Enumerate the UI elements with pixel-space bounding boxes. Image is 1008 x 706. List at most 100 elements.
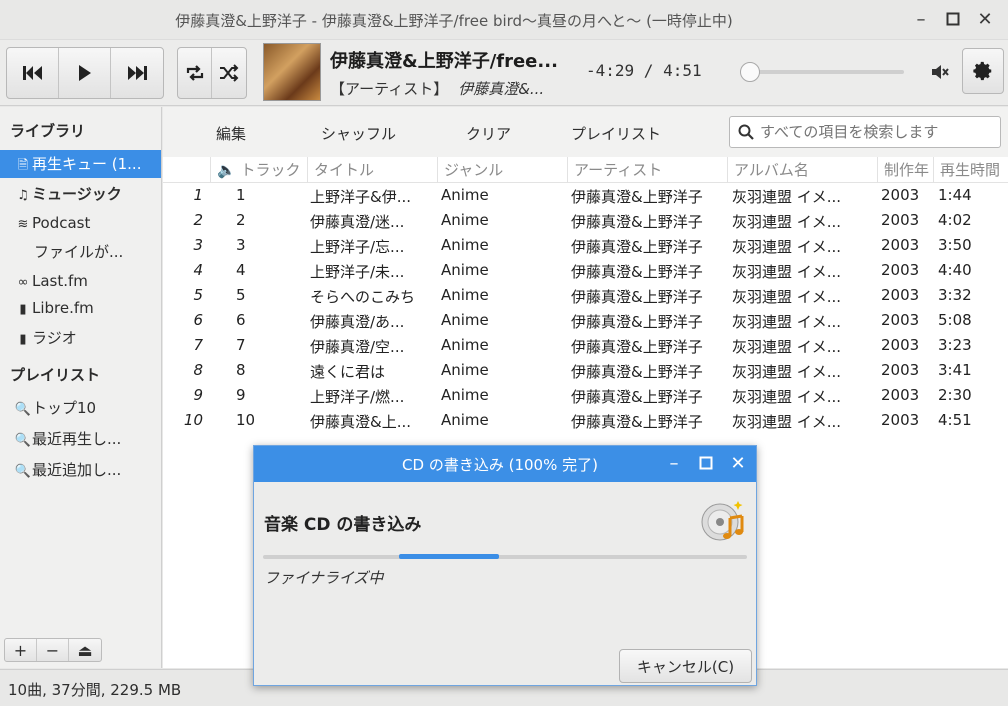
remove-button[interactable]: − — [37, 639, 69, 661]
settings-button[interactable] — [962, 48, 1004, 94]
gear-icon — [973, 61, 992, 81]
edit-button[interactable]: 編集 — [216, 123, 246, 144]
cell-length: 3:32 — [938, 286, 972, 304]
play-icon — [78, 65, 91, 81]
column-length[interactable]: 再生時間 — [933, 157, 1008, 183]
cell-n: 7 — [193, 336, 203, 354]
dialog-status: ファイナライズ中 — [264, 569, 384, 587]
sidebar-item-label: トップ10 — [32, 399, 97, 417]
add-button[interactable]: + — [5, 639, 37, 661]
table-row[interactable]: 5 5 そらへのこみち Anime 伊藤真澄&上野洋子 灰羽連盟 イメ... 2003 3:3… — [163, 284, 1008, 309]
column-genre[interactable]: ジャンル — [437, 157, 567, 183]
column-year[interactable]: 制作年 — [877, 157, 933, 183]
cell-track: 1 — [236, 186, 246, 204]
dialog-titlebar: CD の書き込み (100% 完了) – ✕ — [254, 446, 756, 482]
cell-genre: Anime — [441, 261, 489, 279]
sidebar-item-files[interactable]: ファイルが... — [0, 238, 161, 266]
cell-n: 8 — [193, 361, 203, 379]
cell-length: 4:02 — [938, 211, 972, 229]
cell-genre: Anime — [441, 386, 489, 404]
seek-slider[interactable] — [740, 62, 904, 82]
cell-artist: 伊藤真澄&上野洋子 — [571, 188, 703, 206]
cell-length: 5:08 — [938, 311, 972, 329]
next-button[interactable] — [111, 48, 163, 98]
library-summary: 10曲, 37分間, 229.5 MB — [8, 681, 182, 699]
document-icon: 🗎 — [17, 158, 29, 173]
cell-title: 伊藤真澄/迷... — [310, 213, 405, 231]
table-row[interactable]: 6 6 伊藤真澄/あ... Anime 伊藤真澄&上野洋子 灰羽連盟 イメ... 2003 5… — [163, 309, 1008, 334]
sidebar-item-recently-played[interactable]: 🔍最近再生し... — [0, 425, 161, 453]
table-row[interactable]: 8 8 遠くに君は Anime 伊藤真澄&上野洋子 灰羽連盟 イメ... 2003 3:41 — [163, 359, 1008, 384]
minimize-icon[interactable]: – — [664, 452, 684, 474]
maximize-icon[interactable] — [942, 8, 964, 30]
burn-progress-bar — [263, 554, 747, 559]
radio-icon: ▮ — [19, 302, 27, 317]
table-row[interactable]: 1 1 上野洋子&伊... Anime 伊藤真澄&上野洋子 灰羽連盟 イメ... 2003 1… — [163, 184, 1008, 209]
close-icon[interactable]: ✕ — [728, 452, 748, 474]
sidebar-item-music[interactable]: ♫ ミュージック — [0, 180, 161, 208]
minimize-icon[interactable]: – — [910, 8, 932, 30]
table-row[interactable]: 4 4 上野洋子/未... Anime 伊藤真澄&上野洋子 灰羽連盟 イメ... 2003 4… — [163, 259, 1008, 284]
sidebar-item-label: 最近再生し... — [32, 430, 122, 448]
sidebar-item-librefm[interactable]: ▮ Libre.fm — [0, 294, 161, 322]
eject-button[interactable]: ⏏ — [69, 639, 101, 661]
cell-album: 灰羽連盟 イメ... — [732, 213, 842, 231]
playlist-button[interactable]: プレイリスト — [571, 123, 661, 144]
sidebar-item-label: Podcast — [32, 214, 91, 232]
clear-button[interactable]: クリア — [466, 123, 511, 144]
repeat-button[interactable] — [178, 48, 212, 98]
maximize-icon[interactable] — [696, 452, 716, 474]
sidebar-item-label: ミュージック — [32, 185, 122, 203]
cell-track: 10 — [236, 411, 256, 429]
shuffle-button[interactable] — [212, 48, 246, 98]
column-album[interactable]: アルバム名 — [727, 157, 877, 183]
sidebar-item-recently-added[interactable]: 🔍最近追加し... — [0, 456, 161, 484]
table-row[interactable]: 2 2 伊藤真澄/迷... Anime 伊藤真澄&上野洋子 灰羽連盟 イメ... 2003 4… — [163, 209, 1008, 234]
shuffle-list-button[interactable]: シャッフル — [321, 123, 396, 144]
cell-n: 2 — [193, 211, 203, 229]
column-track[interactable]: 🔈 トラック — [210, 157, 307, 183]
table-row[interactable]: 3 3 上野洋子/忘... Anime 伊藤真澄&上野洋子 灰羽連盟 イメ... 2003 3… — [163, 234, 1008, 259]
cell-track: 9 — [236, 386, 246, 404]
volume-muted-icon[interactable] — [930, 62, 950, 82]
table-row[interactable]: 7 7 伊藤真澄/空... Anime 伊藤真澄&上野洋子 灰羽連盟 イメ... 2003 3… — [163, 334, 1008, 359]
close-icon[interactable]: ✕ — [974, 8, 996, 30]
previous-button[interactable] — [7, 48, 59, 98]
shuffle-icon — [220, 64, 239, 82]
now-playing-subtitle: 【アーティスト】 伊藤真澄&... — [330, 78, 544, 99]
repeat-icon — [186, 65, 203, 81]
cell-n: 4 — [193, 261, 203, 279]
sidebar-item-queue[interactable]: 🗎 再生キュー (1... — [0, 150, 161, 178]
cancel-button[interactable]: キャンセル(C) — [619, 649, 752, 683]
search-box[interactable] — [729, 116, 1001, 148]
play-button[interactable] — [59, 48, 111, 98]
cell-album: 灰羽連盟 イメ... — [732, 388, 842, 406]
sidebar-item-podcast[interactable]: ≋ Podcast — [0, 209, 161, 237]
table-row[interactable]: 9 9 上野洋子/燃... Anime 伊藤真澄&上野洋子 灰羽連盟 イメ... 2003 2… — [163, 384, 1008, 409]
cell-track: 5 — [236, 286, 246, 304]
search-icon — [738, 124, 754, 140]
cell-year: 2003 — [881, 386, 920, 404]
cell-year: 2003 — [881, 236, 920, 254]
cell-genre: Anime — [441, 186, 489, 204]
seek-handle[interactable] — [740, 62, 760, 82]
cell-title: 上野洋子/燃... — [310, 388, 405, 406]
dialog-title: CD の書き込み (100% 完了) — [402, 456, 598, 474]
search-input[interactable] — [760, 121, 996, 143]
album-art[interactable] — [263, 43, 321, 101]
cell-track: 4 — [236, 261, 246, 279]
column-title[interactable]: タイトル — [307, 157, 437, 183]
cell-artist: 伊藤真澄&上野洋子 — [571, 263, 703, 281]
cell-artist: 伊藤真澄&上野洋子 — [571, 388, 703, 406]
action-bar: 編集 シャッフル クリア プレイリスト — [163, 107, 1008, 157]
cell-n: 5 — [193, 286, 203, 304]
sidebar-item-lastfm[interactable]: ∞ Last.fm — [0, 267, 161, 295]
column-artist[interactable]: アーティスト — [567, 157, 727, 183]
table-row[interactable]: 10 10 伊藤真澄&上... Anime 伊藤真澄&上野洋子 灰羽連盟 イメ... 200… — [163, 409, 1008, 434]
artist-label: 【アーティスト】 — [330, 80, 449, 98]
sidebar-item-top10[interactable]: 🔍トップ10 — [0, 394, 161, 422]
cell-length: 3:41 — [938, 361, 972, 379]
cell-year: 2003 — [881, 261, 920, 279]
sidebar-item-label: 最近追加し... — [32, 461, 122, 479]
sidebar-item-radio[interactable]: ▮ ラジオ — [0, 324, 161, 352]
